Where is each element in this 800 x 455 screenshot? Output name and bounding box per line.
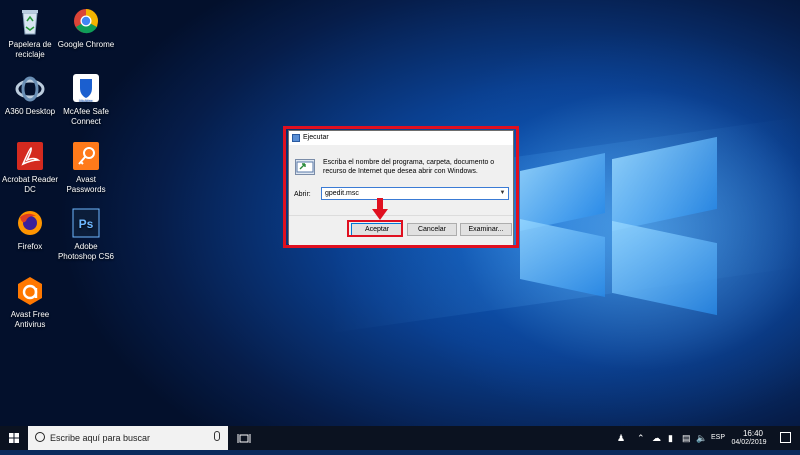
avast-passwords-icon [70, 140, 102, 172]
run-program-icon [295, 159, 315, 175]
cancel-button[interactable]: Cancelar [407, 223, 457, 236]
photoshop-icon: Ps [70, 207, 102, 239]
open-label: Abrir: [294, 191, 311, 198]
desktop-icon-mcafee[interactable]: McAfee McAfee Safe Connect [56, 72, 116, 127]
open-input-value: gpedit.msc [325, 190, 359, 197]
microphone-icon[interactable] [214, 431, 220, 441]
network-icon[interactable]: ▤ [682, 433, 691, 443]
arrow-down-icon [372, 198, 388, 220]
chrome-icon [70, 5, 102, 37]
desktop-icon-label: Firefox [17, 242, 43, 251]
acrobat-icon [14, 140, 46, 172]
language-indicator[interactable]: ESP [711, 434, 725, 441]
desktop-icon-chrome[interactable]: Google Chrome [56, 5, 116, 50]
chevron-down-icon[interactable]: ▼ [498, 188, 507, 199]
start-button[interactable] [0, 426, 28, 450]
mcafee-icon: McAfee [70, 72, 102, 104]
desktop-icon-avast-passwords[interactable]: Avast Passwords [56, 140, 116, 195]
desktop-icon-label: Google Chrome [57, 40, 115, 49]
browse-button[interactable]: Examinar... [460, 223, 512, 236]
people-icon[interactable]: ♟ [617, 433, 625, 443]
clock-date[interactable]: 04/02/2019 [729, 439, 769, 446]
recycle-bin-icon [14, 5, 46, 37]
desktop-icon-label: Avast Passwords [66, 175, 106, 194]
taskbar: Escribe aquí para buscar ♟ ⌃ ☁ ▮ ▤ 🔈 ESP… [0, 426, 800, 450]
desktop-icon-avast-antivirus[interactable]: Avast Free Antivirus [0, 275, 60, 330]
a360-icon [14, 72, 46, 104]
avast-antivirus-icon [14, 275, 46, 307]
dialog-description: Escriba el nombre del programa, carpeta,… [323, 159, 495, 175]
ok-button-highlight [347, 220, 403, 237]
run-title-icon [292, 134, 300, 142]
search-placeholder: Escribe aquí para buscar [50, 433, 151, 443]
desktop-icon-label: Papelera de reciclaje [8, 40, 52, 59]
battery-icon[interactable]: ▮ [668, 433, 673, 443]
firefox-icon [14, 207, 46, 239]
dialog-titlebar[interactable]: Ejecutar [289, 131, 513, 145]
task-view-icon[interactable] [237, 432, 251, 444]
desktop-icon-label: Avast Free Antivirus [10, 310, 50, 329]
desktop-icon-label: Adobe Photoshop CS6 [57, 242, 115, 261]
chevron-up-icon[interactable]: ⌃ [637, 433, 645, 443]
taskbar-search-box[interactable]: Escribe aquí para buscar [28, 426, 228, 450]
windows-logo-icon [9, 433, 19, 443]
desktop: Papelera de reciclaje Google Chrome A360… [0, 0, 800, 426]
open-input[interactable]: gpedit.msc ▼ [321, 187, 509, 200]
desktop-icon-photoshop[interactable]: Ps Adobe Photoshop CS6 [56, 207, 116, 262]
desktop-icon-label: A360 Desktop [4, 107, 56, 116]
svg-text:Ps: Ps [79, 217, 94, 231]
volume-icon[interactable]: 🔈 [696, 433, 707, 443]
desktop-icon-label: McAfee Safe Connect [63, 107, 109, 126]
desktop-icon-acrobat[interactable]: Acrobat Reader DC [0, 140, 60, 195]
dialog-title: Ejecutar [303, 134, 329, 141]
cortana-icon [35, 432, 45, 442]
desktop-icon-recycle-bin[interactable]: Papelera de reciclaje [0, 5, 60, 60]
svg-text:McAfee: McAfee [79, 98, 93, 103]
desktop-icon-a360[interactable]: A360 Desktop [0, 72, 60, 117]
cloud-icon[interactable]: ☁ [652, 433, 661, 443]
clock-time[interactable]: 16:40 [740, 429, 766, 438]
desktop-icon-label: Acrobat Reader DC [1, 175, 59, 194]
desktop-icon-firefox[interactable]: Firefox [0, 207, 60, 252]
notification-center-icon[interactable] [780, 432, 791, 443]
